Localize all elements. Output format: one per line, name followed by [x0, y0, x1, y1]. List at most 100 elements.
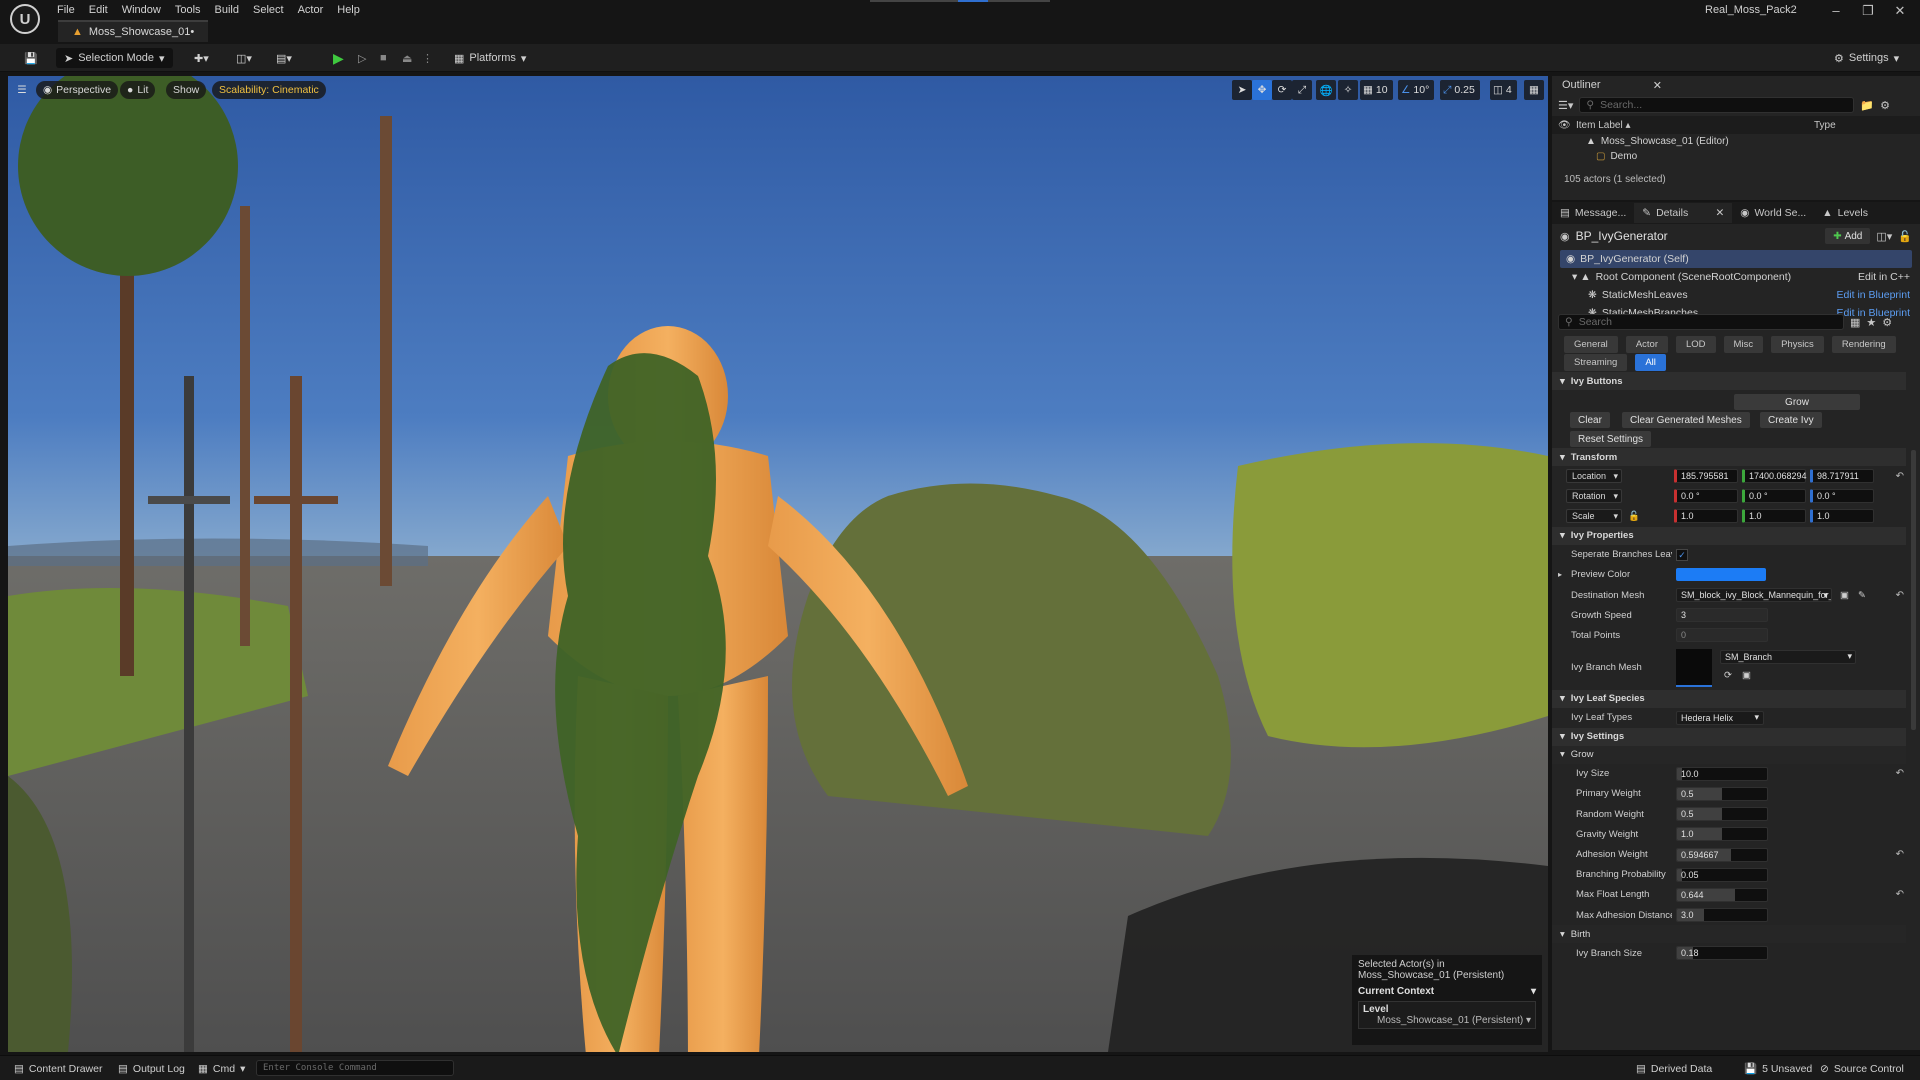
scale-tool-icon[interactable]: ⤢ [1292, 80, 1312, 100]
menu-build[interactable]: Build [215, 4, 239, 16]
add-component-button[interactable]: ✚ Add [1825, 228, 1871, 244]
birth-setting-value-field[interactable]: 0.18 [1676, 946, 1768, 961]
destination-mesh-dropdown[interactable]: SM_block_ivy_Block_Mannequin_for_... ▾ [1676, 588, 1832, 603]
section-ivy-settings[interactable]: ▾ Ivy Settings [1552, 727, 1906, 746]
outliner-row[interactable]: ▢ Demo [1552, 149, 1920, 164]
source-control-button[interactable]: ⊘ Source Control [1814, 1060, 1910, 1077]
location-y[interactable]: 17400.068294 [1742, 469, 1807, 484]
perspective-button[interactable]: ◉ Perspective [36, 81, 119, 99]
menu-file[interactable]: File [57, 4, 75, 16]
location-dropdown[interactable]: Location ▾ [1566, 469, 1622, 484]
menu-edit[interactable]: Edit [89, 4, 108, 16]
outliner-row[interactable]: ▲ Moss_Showcase_01 (Editor) [1552, 134, 1920, 149]
eyedropper-icon[interactable]: ✎ [1858, 590, 1866, 601]
category-rendering[interactable]: Rendering [1831, 336, 1896, 353]
grow-button[interactable]: Grow [1734, 394, 1860, 410]
details-search-input[interactable]: ⚲ Search [1558, 314, 1844, 330]
close-icon[interactable]: ✕ [1653, 79, 1662, 92]
branch-mesh-dropdown[interactable]: SM_Branch ▾ [1720, 649, 1856, 664]
select-tool-icon[interactable]: ➤ [1232, 80, 1252, 100]
clear-button[interactable]: Clear [1570, 412, 1610, 428]
item-label-header[interactable]: Item Label ▴ [1576, 120, 1814, 131]
tab-levels[interactable]: ▲ Levels [1814, 203, 1876, 223]
surface-snap-icon[interactable]: ✧ [1338, 80, 1358, 100]
menu-tools[interactable]: Tools [175, 4, 201, 16]
details-scrollbar[interactable] [1911, 450, 1916, 730]
minimize-icon[interactable]: – [1824, 3, 1848, 18]
scale-y[interactable]: 1.0 [1742, 509, 1806, 524]
branch-mesh-thumbnail[interactable] [1676, 648, 1712, 687]
grow-setting-value-field[interactable]: 1.0 [1676, 827, 1768, 842]
save-icon[interactable]: 💾 [16, 48, 46, 68]
reset-arrow-icon[interactable]: ↶ [1896, 889, 1904, 900]
scale-dropdown[interactable]: Scale ▾ [1566, 509, 1622, 524]
section-ivy-buttons[interactable]: ▾ Ivy Buttons [1552, 372, 1906, 390]
platforms-button[interactable]: ▦ Platforms ▾ [446, 48, 534, 68]
edit-in-cpp-link[interactable]: Edit in C++ [1858, 271, 1910, 283]
rotation-dropdown[interactable]: Rotation ▾ [1566, 489, 1622, 504]
lock-icon[interactable]: 🔓 [1898, 230, 1912, 243]
step-icon[interactable]: ▷ [350, 48, 374, 68]
restore-icon[interactable]: ❐ [1856, 3, 1880, 19]
tab-outliner[interactable]: Outliner ✕ [1552, 76, 1672, 94]
category-actor[interactable]: Actor [1625, 336, 1668, 353]
section-birth[interactable]: ▾ Birth [1552, 925, 1906, 944]
growth-speed-field[interactable]: 3 [1676, 608, 1768, 623]
reset-arrow-icon[interactable]: ↶ [1896, 768, 1904, 779]
rotation-y[interactable]: 0.0 ° [1742, 489, 1806, 504]
blueprint-icon[interactable]: ◫▾ [228, 48, 260, 68]
tab-message-log[interactable]: ▤ Message... [1552, 203, 1634, 223]
cmd-dropdown[interactable]: ▦ Cmd ▾ [192, 1060, 251, 1077]
rotation-snap-button[interactable]: ∠ 10° [1398, 80, 1435, 100]
selection-mode-button[interactable]: ➤ Selection Mode ▾ [56, 48, 173, 68]
menu-window[interactable]: Window [122, 4, 161, 16]
location-x[interactable]: 185.795581 [1674, 469, 1738, 484]
category-physics[interactable]: Physics [1771, 336, 1824, 353]
reset-arrow-icon[interactable]: ↶ [1896, 590, 1904, 601]
unreal-logo-icon[interactable]: U [10, 4, 40, 34]
gear-icon[interactable]: ⚙ [1880, 99, 1890, 112]
settings-button[interactable]: ⚙ Settings ▾ [1826, 48, 1907, 68]
layout-icon[interactable]: ▦ [1524, 80, 1544, 100]
play-icon[interactable]: ▶ [325, 48, 352, 68]
browse-icon[interactable]: ▣ [1742, 670, 1751, 681]
show-button[interactable]: Show [166, 81, 207, 99]
add-actor-icon[interactable]: ✚▾ [186, 48, 217, 68]
scale-z[interactable]: 1.0 [1810, 509, 1874, 524]
section-transform[interactable]: ▾ Transform [1552, 448, 1906, 466]
tab-details[interactable]: ✎ Details ✕ [1634, 203, 1733, 223]
scale-snap-button[interactable]: ⤢ 0.25 [1440, 80, 1480, 100]
category-all[interactable]: All [1635, 354, 1666, 371]
rotation-x[interactable]: 0.0 ° [1674, 489, 1738, 504]
grow-setting-value-field[interactable]: 0.05 [1676, 867, 1768, 882]
component-self[interactable]: ◉ BP_IvyGenerator (Self) [1560, 250, 1912, 268]
camera-speed-button[interactable]: ◫ 4 [1490, 80, 1517, 100]
section-ivy-properties[interactable]: ▾ Ivy Properties [1552, 526, 1906, 545]
category-streaming[interactable]: Streaming [1564, 354, 1628, 371]
close-icon[interactable]: ✕ [1888, 3, 1912, 19]
category-general[interactable]: General [1564, 336, 1618, 353]
separate-branches-checkbox[interactable]: ✓ [1676, 548, 1688, 561]
more-options-icon[interactable]: ⋮ [414, 48, 441, 68]
table-view-icon[interactable]: ▦ [1850, 316, 1860, 329]
leaf-types-dropdown[interactable]: Hedera Helix ▾ [1676, 710, 1764, 725]
reset-arrow-icon[interactable]: ↶ [1896, 849, 1904, 860]
browse-icon[interactable]: ▣ [1840, 590, 1849, 601]
close-icon[interactable]: ✕ [1715, 207, 1724, 219]
console-input[interactable]: Enter Console Command [256, 1060, 454, 1076]
lit-button[interactable]: ● Lit [120, 81, 156, 99]
preview-color-swatch[interactable] [1676, 568, 1766, 582]
location-z[interactable]: 98.717911 [1810, 469, 1874, 484]
grow-setting-value-field[interactable]: 0.644 [1676, 887, 1768, 902]
grid-snap-button[interactable]: ▦ 10 [1360, 80, 1393, 100]
create-ivy-button[interactable]: Create Ivy [1760, 412, 1822, 428]
category-lod[interactable]: LOD [1676, 336, 1716, 353]
component-row[interactable]: ❋ StaticMeshLeaves Edit in Blueprint [1552, 286, 1920, 304]
edit-in-blueprint-link[interactable]: Edit in Blueprint [1836, 289, 1910, 301]
scale-x[interactable]: 1.0 [1674, 509, 1738, 524]
world-space-icon[interactable]: 🌐 [1316, 80, 1336, 100]
content-drawer-button[interactable]: ▤ Content Drawer [8, 1060, 108, 1077]
tab-level[interactable]: ▲ Moss_Showcase_01• [58, 20, 209, 42]
scalability-button[interactable]: Scalability: Cinematic [212, 81, 326, 99]
grow-setting-value-field[interactable]: 3.0 [1676, 908, 1768, 923]
